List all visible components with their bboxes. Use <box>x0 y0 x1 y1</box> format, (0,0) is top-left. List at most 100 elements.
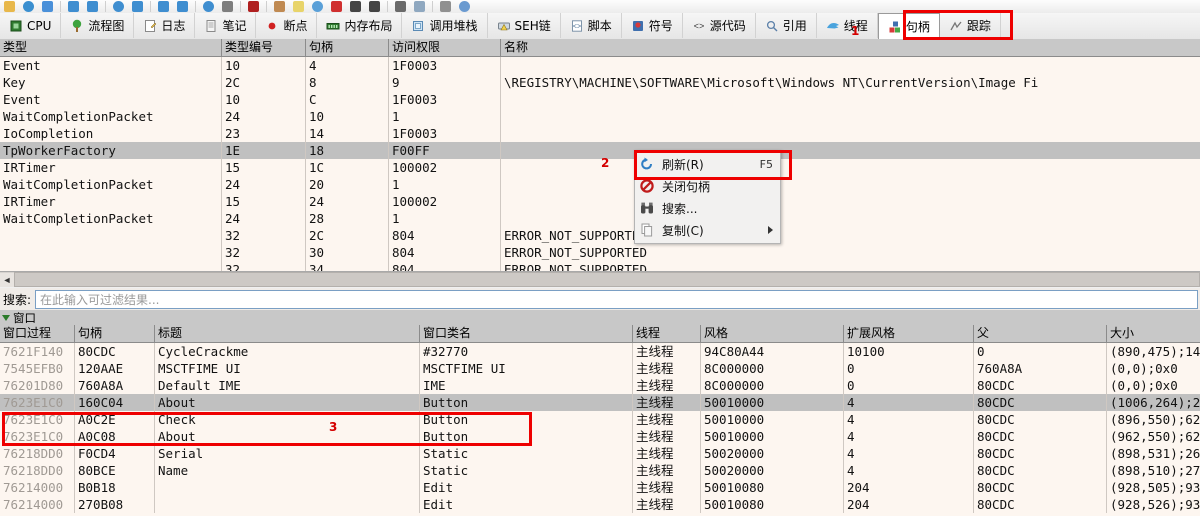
column-header-size[interactable]: 大小 <box>1107 325 1200 342</box>
cell-classname: Static <box>420 462 633 479</box>
column-header-type-number[interactable]: 类型编号 <box>222 39 306 56</box>
restart-icon[interactable] <box>21 0 36 13</box>
tab-label: 符号 <box>648 19 673 33</box>
table-row[interactable]: 76218DD0 80BCE Name Static 主线程 50020000 4 80CDC… <box>0 462 1200 479</box>
column-header-name[interactable]: 名称 <box>501 39 1200 56</box>
tab-cpu[interactable]: CPU <box>0 13 62 38</box>
pause-icon[interactable] <box>85 0 100 13</box>
table-row[interactable]: WaitCompletionPacket 24 28 1 <box>0 210 1200 227</box>
tab-threads[interactable]: 线程 <box>817 13 878 38</box>
menu-item-search[interactable]: 搜索... <box>635 197 780 219</box>
search-row: 搜索: 在此输入可过滤结果... <box>0 288 1200 310</box>
label-icon[interactable] <box>367 0 382 13</box>
table-row[interactable]: IoCompletion 23 14 1F0003 <box>0 125 1200 142</box>
handle-context-menu[interactable]: 刷新(R) F5 关闭句柄 搜索... 复制(C) <box>634 150 781 244</box>
cell-handle: B0B18 <box>75 479 155 496</box>
table-row[interactable]: 7623E1C0 A0C08 About Button 主线程 50010000 4 80CD… <box>0 428 1200 445</box>
tab-trace[interactable]: 跟踪 <box>940 13 1001 38</box>
column-header-access[interactable]: 访问权限 <box>389 39 501 56</box>
table-row[interactable]: Key 2C 8 9 \REGISTRY\MACHINE\SOFTWARE\Micros… <box>0 74 1200 91</box>
tab-breakpoints[interactable]: 断点 <box>256 13 318 38</box>
tab-seh-chain[interactable]: SEH链 <box>488 13 561 38</box>
column-header-parent[interactable]: 父 <box>974 325 1107 342</box>
comment-icon[interactable] <box>291 0 306 13</box>
cell-parent: 80CDC <box>974 496 1107 513</box>
tab-memory-map[interactable]: 内存布局 <box>317 13 403 38</box>
copy-icon <box>639 222 655 238</box>
tab-script[interactable]: <> 脚本 <box>561 13 622 38</box>
step-into-icon[interactable] <box>111 0 126 13</box>
handle-table-hscrollbar[interactable]: ◄ <box>0 271 1200 287</box>
table-row[interactable]: 7623E1C0 A0C2E Check Button 主线程 50010000 4 80CD… <box>0 411 1200 428</box>
run-to-icon[interactable] <box>175 0 190 13</box>
step-over-icon[interactable] <box>130 0 145 13</box>
table-row[interactable]: 7545EFB0 120AAE MSCTFIME UI MSCTFIME UI 主线程 8… <box>0 360 1200 377</box>
column-header-class-name[interactable]: 窗口类名 <box>420 325 633 342</box>
table-row[interactable]: 76218DD0 F0CD4 Serial Static 主线程 50020000 4 80C… <box>0 445 1200 462</box>
table-row[interactable]: 76214000 B0B18 Edit 主线程 50010080 204 80CDC (928… <box>0 479 1200 496</box>
table-row[interactable]: IRTimer 15 24 100002 <box>0 193 1200 210</box>
run-icon[interactable] <box>66 0 81 13</box>
menu-item-copy[interactable]: 复制(C) <box>635 219 780 241</box>
sort-icon[interactable] <box>393 0 408 13</box>
column-header-handle[interactable]: 句柄 <box>306 39 389 56</box>
memory-map-icon <box>326 19 340 33</box>
table-row[interactable]: Event 10 4 1F0003 <box>0 57 1200 74</box>
scroll-thumb[interactable] <box>14 272 1200 287</box>
tab-flowchart[interactable]: 流程图 <box>61 13 135 38</box>
search-input[interactable]: 在此输入可过滤结果... <box>35 289 1198 309</box>
patch-icon[interactable] <box>272 0 287 13</box>
bookmark-icon[interactable] <box>329 0 344 13</box>
stop-icon[interactable] <box>40 0 55 13</box>
menu-item-refresh[interactable]: 刷新(R) F5 <box>635 153 780 175</box>
column-header-ex-style[interactable]: 扩展风格 <box>844 325 974 342</box>
column-header-title[interactable]: 标题 <box>155 325 420 342</box>
tab-label: 日志 <box>161 19 186 33</box>
tab-source-code[interactable]: <> 源代码 <box>683 13 756 38</box>
column-header-handle[interactable]: 句柄 <box>75 325 155 342</box>
window-table[interactable]: 窗口过程 句柄 标题 窗口类名 线程 风格 扩展风格 父 大小 7621F140… <box>0 325 1200 516</box>
table-row[interactable]: 76201D80 760A8A Default IME IME 主线程 8C000000 0… <box>0 377 1200 394</box>
table-row[interactable]: WaitCompletionPacket 24 10 1 <box>0 108 1200 125</box>
column-header-style[interactable]: 风格 <box>701 325 844 342</box>
execute-till-return-icon[interactable] <box>220 0 235 13</box>
checkmark-icon[interactable] <box>310 0 325 13</box>
trace-icon[interactable] <box>201 0 216 13</box>
window-section-header[interactable]: 窗口 <box>0 310 1200 326</box>
column-header-type[interactable]: 类型 <box>0 39 222 56</box>
tab-symbols[interactable]: 符号 <box>622 13 683 38</box>
tab-log[interactable]: 日志 <box>134 13 196 38</box>
table-row[interactable]: IRTimer 15 1C 100002 <box>0 159 1200 176</box>
settings-icon[interactable] <box>457 0 472 13</box>
table-row[interactable]: WaitCompletionPacket 24 20 1 <box>0 176 1200 193</box>
step-out-icon[interactable] <box>156 0 171 13</box>
tab-notes[interactable]: 笔记 <box>195 13 257 38</box>
table-row[interactable]: 32 2C 804 ERROR_NOT_SUPPORTED <box>0 227 1200 244</box>
tab-handles[interactable]: 句柄 <box>877 13 940 39</box>
column-header-thread[interactable]: 线程 <box>633 325 701 342</box>
calculator-icon[interactable] <box>438 0 453 13</box>
table-row[interactable]: 7621F140 80CDC CycleCrackme #32770 主线程 94C80A… <box>0 343 1200 360</box>
table-row[interactable]: TpWorkerFactory 1E 18 F00FF <box>0 142 1200 159</box>
cell-handle: 24 <box>306 193 389 210</box>
table-row[interactable]: Event 10 C 1F0003 <box>0 91 1200 108</box>
table-row[interactable]: 32 30 804 ERROR_NOT_SUPPORTED <box>0 244 1200 261</box>
scroll-left-arrow[interactable]: ◄ <box>0 272 14 287</box>
expander-triangle-icon[interactable] <box>2 314 10 321</box>
handle-table[interactable]: 类型 类型编号 句柄 访问权限 名称 Event 10 4 1F0003 Key 2C 8 9… <box>0 39 1200 271</box>
notes-icon[interactable] <box>412 0 427 13</box>
table-row[interactable]: 76214000 270B08 Edit 主线程 50010080 204 80CDC (92… <box>0 496 1200 513</box>
function-icon[interactable] <box>348 0 363 13</box>
menu-item-close-handle[interactable]: 关闭句柄 <box>635 175 780 197</box>
breakpoint-icon[interactable] <box>246 0 261 13</box>
column-header-window-proc[interactable]: 窗口过程 <box>0 325 75 342</box>
table-row[interactable]: 7623E1C0 160C04 About Button 主线程 50010000 4 80C… <box>0 394 1200 411</box>
cell-title <box>155 479 420 496</box>
cell-parent: 80CDC <box>974 479 1107 496</box>
cell-name: ERROR_NOT_SUPPORTED <box>504 245 647 260</box>
cell-title: MSCTFIME UI <box>155 360 420 377</box>
open-folder-icon[interactable] <box>2 0 17 13</box>
tab-call-stack[interactable]: 调用堆栈 <box>402 13 488 38</box>
table-row[interactable]: 32 34 804 ERROR_NOT_SUPPORTED <box>0 261 1200 271</box>
tab-references[interactable]: 引用 <box>756 13 817 38</box>
